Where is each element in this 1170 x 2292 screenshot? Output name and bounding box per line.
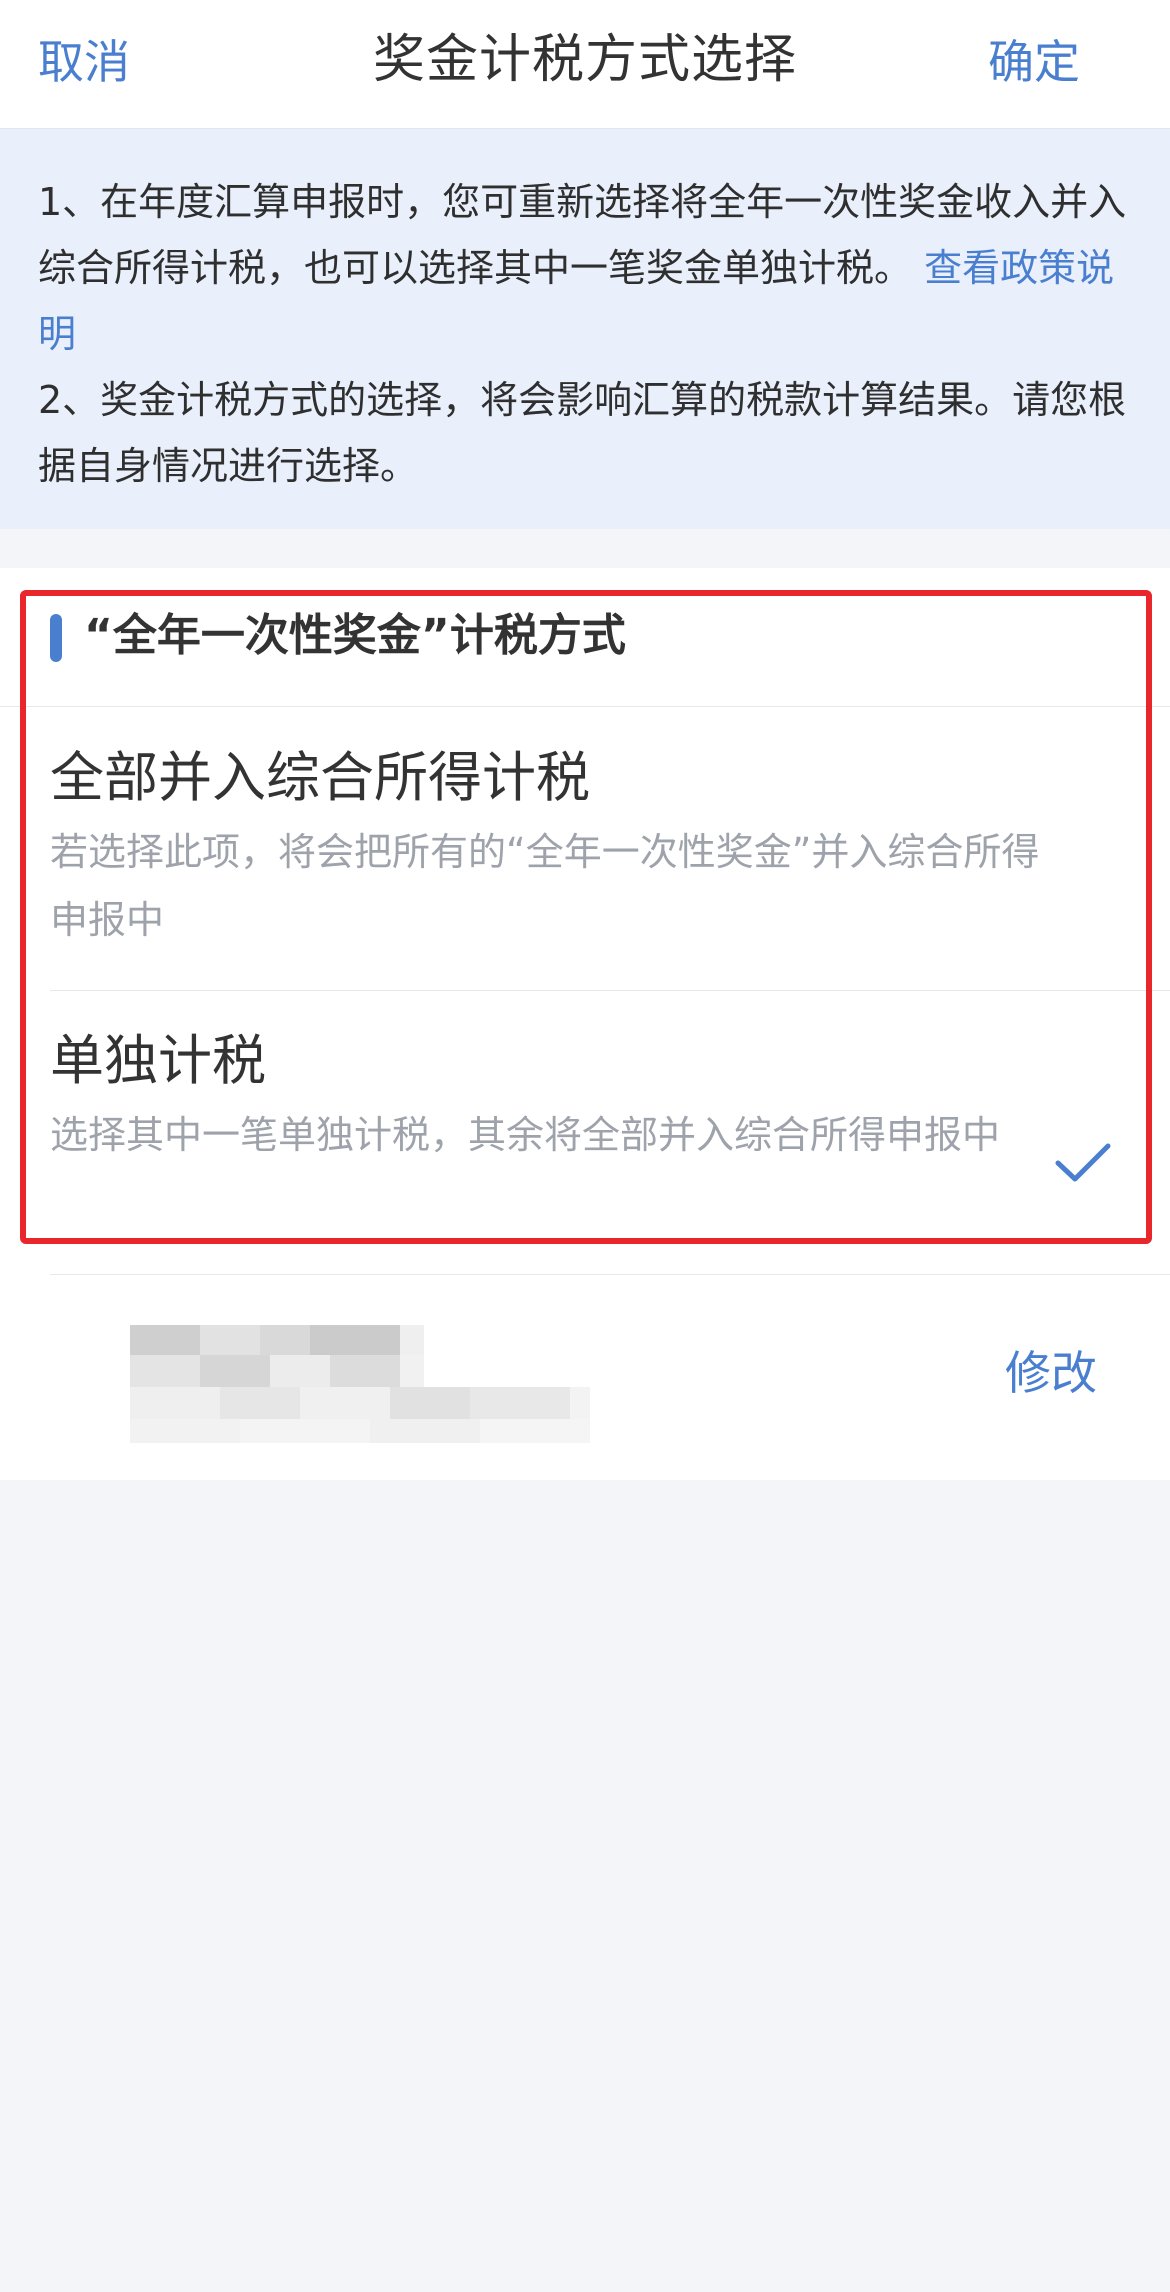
tax-method-card: “全年一次性奖金”计税方式 全部并入综合所得计税 若选择此项，将会把所有的“全年… — [0, 568, 1170, 1480]
section-title: “全年一次性奖金”计税方式 — [84, 610, 626, 661]
section-header: “全年一次性奖金”计税方式 — [0, 568, 1170, 707]
checkmark-icon — [1055, 1143, 1111, 1182]
nav-header: 取消 奖金计税方式选择 确定 — [0, 0, 1170, 129]
confirm-button[interactable]: 确定 — [988, 30, 1080, 94]
option-title: 单独计税 — [50, 1029, 266, 1092]
option-description: 选择其中一笔单独计税，其余将全部并入综合所得申报中 — [50, 1113, 1001, 1157]
redacted-content — [130, 1325, 730, 1475]
notice-line-1: 1、在年度汇算申报时，您可重新选择将全年一次性奖金收入并入综合所得计税，也可以选… — [38, 169, 1132, 367]
option-title: 全部并入综合所得计税 — [50, 746, 590, 809]
option-description: 若选择此项，将会把所有的“全年一次性奖金”并入综合所得申报中 — [50, 830, 1040, 942]
section-accent-bar — [50, 614, 62, 662]
edit-button[interactable]: 修改 — [1005, 1341, 1097, 1405]
option-combined-taxation[interactable]: 全部并入综合所得计税 若选择此项，将会把所有的“全年一次性奖金”并入综合所得申报… — [0, 706, 1170, 990]
bonus-row: 修改 — [0, 1275, 1170, 1480]
notice-line-2: 2、奖金计税方式的选择，将会影响汇算的税款计算结果。请您根据自身情况进行选择。 — [38, 378, 1127, 488]
option-separate-taxation[interactable]: 单独计税 选择其中一笔单独计税，其余将全部并入综合所得申报中 — [0, 991, 1170, 1273]
notice-panel: 1、在年度汇算申报时，您可重新选择将全年一次性奖金收入并入综合所得计税，也可以选… — [0, 129, 1170, 529]
